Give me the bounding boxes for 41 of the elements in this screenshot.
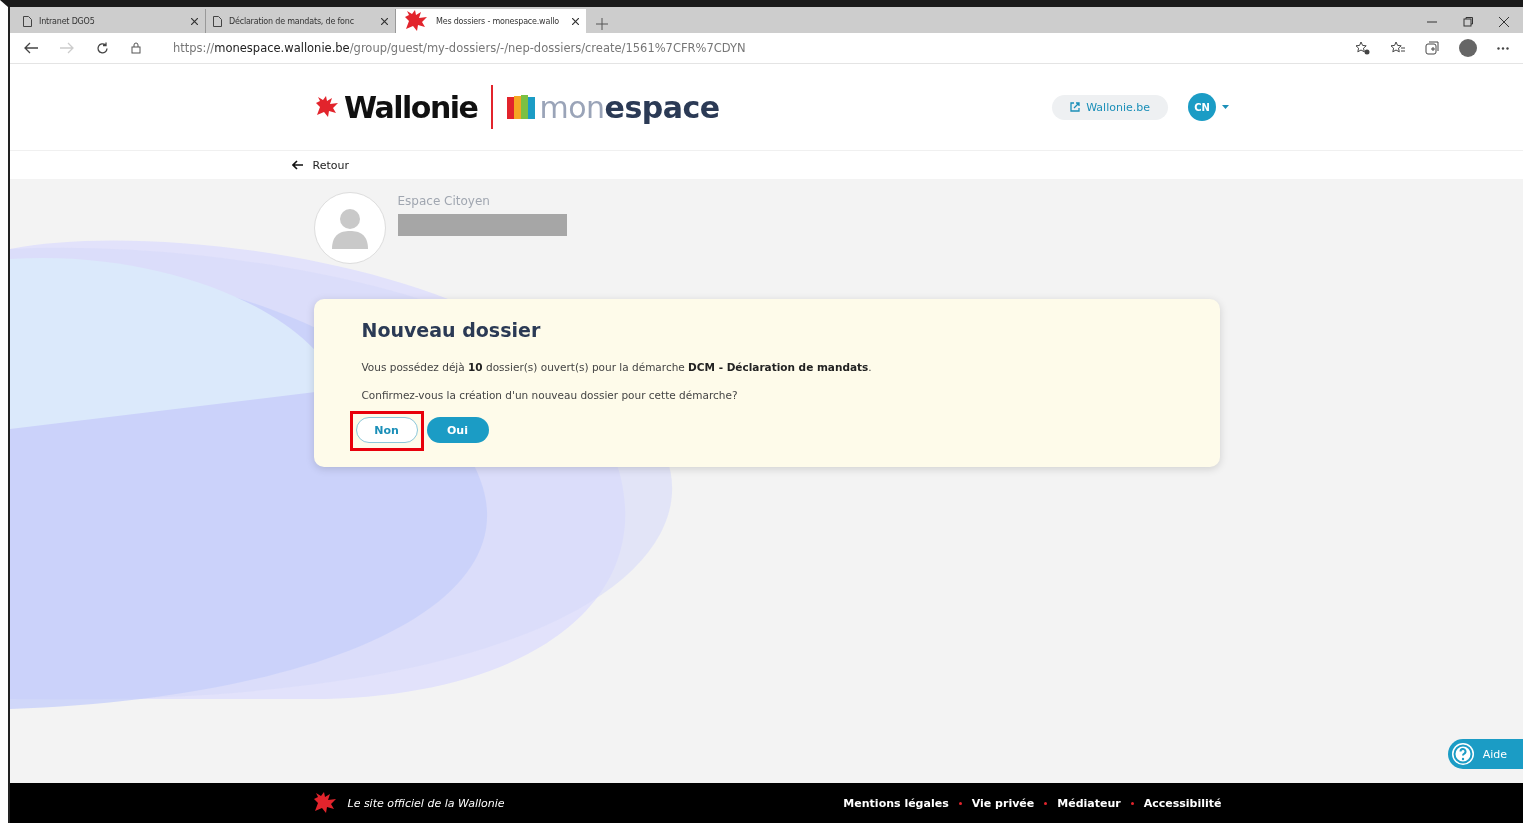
- brand-logo-text: Wallonie: [344, 89, 478, 125]
- space-label: Espace Citoyen: [397, 194, 491, 208]
- close-icon[interactable]: [1499, 17, 1509, 27]
- browser-tab[interactable]: Mes dossiers - monespace.wallo: [396, 9, 586, 33]
- footer-tagline: Le site officiel de la Wallonie: [347, 796, 505, 810]
- external-link-icon: [1070, 102, 1081, 112]
- help-icon: [1450, 742, 1475, 766]
- product-logo-text: monespace: [539, 89, 720, 125]
- close-icon[interactable]: [572, 17, 579, 25]
- profile-avatar[interactable]: [1459, 39, 1477, 57]
- footer-link[interactable]: Vie privée: [971, 796, 1035, 810]
- caret-icon[interactable]: [1222, 105, 1229, 109]
- cancel-button[interactable]: Non: [355, 417, 418, 443]
- separator-dot: [958, 801, 962, 805]
- new-tab-icon[interactable]: [596, 18, 608, 30]
- add-favorite-icon[interactable]: [1355, 41, 1370, 55]
- dialog-message: Vous possédez déjà 10 dossier(s) ouvert(s) pour la démarche DCM - Déclaration de mandats.: [361, 361, 873, 373]
- collections-icon[interactable]: [1425, 41, 1439, 55]
- browser-tab[interactable]: Intranet DGO5: [16, 9, 206, 33]
- footer-link[interactable]: Mentions légales: [843, 796, 949, 810]
- book-logo-icon: [507, 93, 536, 121]
- footer-link[interactable]: Accessibilité: [1143, 796, 1222, 810]
- close-icon[interactable]: [381, 17, 388, 25]
- restore-icon[interactable]: [1463, 17, 1473, 27]
- url-field[interactable]: https://monespace.wallonie.be/group/guest/my-dossiers/-/nep-dossiers/create/1561%7CFR%7CDYN: [173, 41, 746, 55]
- dialog-question: Confirmez-vous la création d'un nouveau dossier pour cette démarche?: [361, 389, 739, 401]
- refresh-icon[interactable]: [96, 41, 109, 55]
- page-icon: [213, 15, 222, 27]
- favicon-icon: [403, 9, 429, 33]
- back-link[interactable]: Retour: [312, 158, 349, 172]
- lock-icon: [131, 42, 141, 54]
- page-icon: [23, 15, 32, 27]
- back-arrow-icon[interactable]: [291, 160, 303, 170]
- more-icon[interactable]: [1497, 46, 1509, 50]
- separator-dot: [1130, 801, 1134, 805]
- footer-link[interactable]: Médiateur: [1057, 796, 1121, 810]
- dialog-title: Nouveau dossier: [361, 319, 542, 341]
- back-icon[interactable]: [24, 42, 38, 54]
- close-icon[interactable]: [191, 17, 198, 25]
- favorites-icon[interactable]: [1390, 41, 1405, 55]
- separator-dot: [1044, 801, 1048, 805]
